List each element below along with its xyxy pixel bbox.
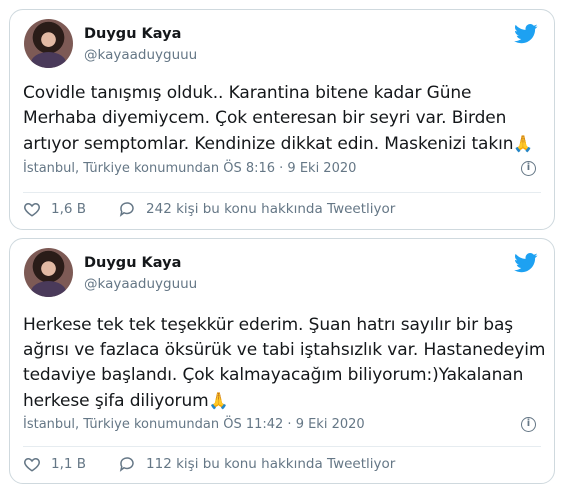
heart-icon — [24, 202, 40, 217]
tweet-card[interactable]: Duygu Kaya @kayaaduyguuu Herkese tek tek… — [9, 238, 555, 484]
like-count: 1,1 B — [51, 456, 87, 472]
tweet-body: Covidle tanışmış olduk.. Karantina biten… — [23, 83, 514, 154]
author-name[interactable]: Duygu Kaya — [84, 26, 181, 42]
author-handle[interactable]: @kayaaduyguuu — [84, 276, 197, 292]
avatar[interactable] — [24, 248, 73, 297]
reply-button[interactable]: 242 kişi bu konu hakkında Tweetliyor — [118, 200, 395, 218]
tweet-meta[interactable]: İstanbul, Türkiye konumundan ÖS 8:16 · 9… — [23, 161, 356, 176]
like-count: 1,6 B — [51, 201, 87, 217]
speech-bubble-icon — [119, 457, 134, 472]
folded-hands-emoji: 🙏 — [208, 391, 229, 410]
tweet-body: Herkese tek tek teşekkür ederim. Şuan ha… — [23, 315, 546, 411]
speech-bubble-icon — [119, 202, 134, 217]
reply-button[interactable]: 112 kişi bu konu hakkında Tweetliyor — [118, 455, 395, 473]
tweet-text: Herkese tek tek teşekkür ederim. Şuan ha… — [23, 313, 548, 414]
divider — [23, 192, 541, 193]
tweet-meta[interactable]: İstanbul, Türkiye konumundan ÖS 11:42 · … — [23, 417, 365, 432]
avatar[interactable] — [24, 19, 73, 68]
folded-hands-emoji: 🙏 — [513, 134, 534, 153]
heart-icon — [24, 457, 40, 472]
reply-text: 242 kişi bu konu hakkında Tweetliyor — [146, 201, 396, 217]
tweet-actions: 1,1 B 112 kişi bu konu hakkında Tweetliy… — [23, 453, 541, 475]
divider — [23, 446, 541, 447]
tweet-text: Covidle tanışmış olduk.. Karantina biten… — [23, 81, 548, 157]
author-handle[interactable]: @kayaaduyguuu — [84, 47, 197, 63]
like-button[interactable]: 1,1 B — [23, 455, 118, 473]
info-icon[interactable]: i — [521, 161, 536, 176]
reply-text: 112 kişi bu konu hakkında Tweetliyor — [146, 456, 396, 472]
twitter-bird-icon[interactable] — [514, 24, 538, 44]
info-icon[interactable]: i — [521, 417, 536, 432]
tweet-card[interactable]: Duygu Kaya @kayaaduyguuu Covidle tanışmı… — [9, 9, 555, 230]
twitter-bird-icon[interactable] — [514, 253, 538, 273]
tweet-actions: 1,6 B 242 kişi bu konu hakkında Tweetliy… — [23, 198, 541, 220]
like-button[interactable]: 1,6 B — [23, 200, 118, 218]
author-name[interactable]: Duygu Kaya — [84, 255, 181, 271]
